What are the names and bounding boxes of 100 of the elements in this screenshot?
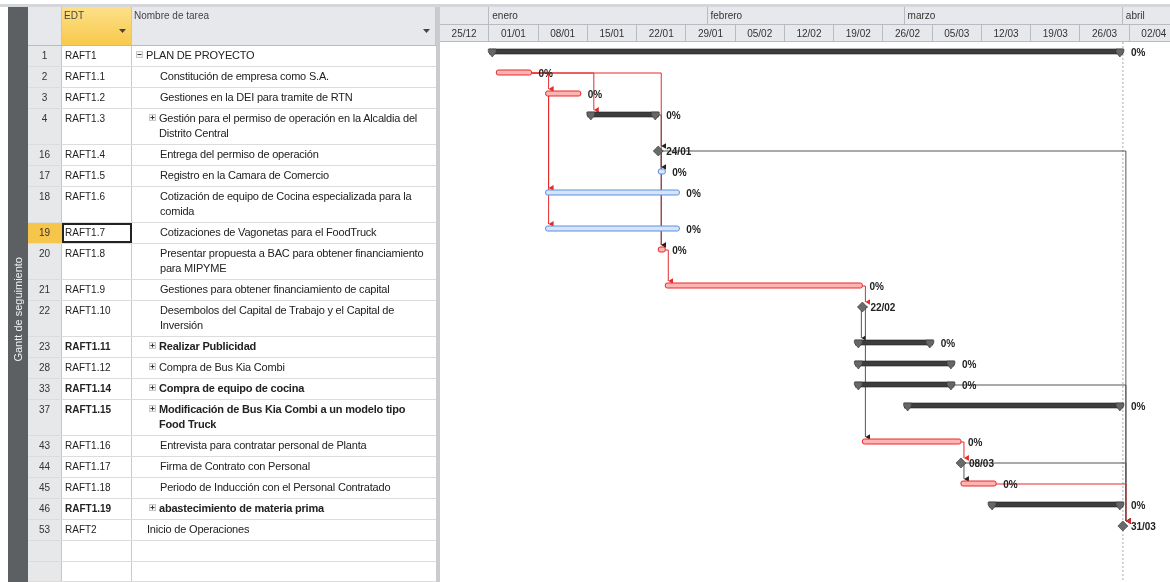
percent-label: 0% — [686, 188, 701, 199]
percent-label: 0% — [1003, 479, 1018, 490]
week-header: 25/12 — [440, 24, 490, 41]
critical-task-bar[interactable] — [495, 69, 532, 76]
row-number[interactable]: 45 — [28, 478, 62, 498]
dropdown-caret-icon[interactable] — [119, 29, 126, 33]
percent-label: 0% — [961, 380, 977, 391]
row-number[interactable]: 18 — [28, 187, 62, 222]
week-header: 19/02 — [834, 24, 884, 41]
percent-label: 0% — [967, 437, 983, 448]
table-cell[interactable]: RAFT1.8 — [62, 244, 132, 279]
task-name: Periodo de Inducción con el Personal Contratado — [160, 480, 391, 495]
month-header: marzo — [904, 7, 1123, 24]
collapse-icon[interactable] — [136, 51, 143, 58]
table-cell[interactable]: RAFT1.2 — [62, 88, 132, 108]
row-number[interactable]: 44 — [28, 457, 62, 477]
table-cell[interactable]: RAFT1.5 — [62, 166, 132, 186]
row-number[interactable]: 21 — [28, 280, 62, 300]
expand-icon[interactable] — [149, 504, 156, 511]
task-name: Presentar propuesta a BAC para obtener financiamiento para MIPYME — [160, 246, 425, 276]
table-cell[interactable]: RAFT1.17 — [62, 457, 132, 477]
week-header: 12/02 — [784, 24, 835, 41]
task-name: abastecimiento de materia prima — [159, 501, 324, 516]
row-number[interactable]: 53 — [28, 520, 62, 540]
table-cell[interactable]: RAFT2 — [62, 520, 132, 540]
critical-task-bar[interactable] — [657, 246, 666, 253]
expand-icon[interactable] — [149, 384, 156, 391]
expand-icon[interactable] — [149, 114, 156, 121]
row-number[interactable]: 3 — [28, 88, 62, 108]
month-header: febrero — [707, 7, 905, 24]
milestone-diamond[interactable] — [857, 301, 868, 313]
summary-bar[interactable] — [987, 501, 1125, 511]
row-number[interactable]: 17 — [28, 166, 62, 186]
table-cell[interactable]: RAFT1.11 — [62, 337, 132, 357]
table-cell[interactable]: RAFT1.14 — [62, 379, 132, 399]
table-cell[interactable]: RAFT1.16 — [62, 436, 132, 456]
week-header: 02/04 — [1129, 24, 1170, 41]
row-number[interactable]: 28 — [28, 358, 62, 378]
table-cell[interactable]: RAFT1.19 — [62, 499, 132, 519]
table-cell[interactable]: RAFT1.15 — [62, 400, 132, 435]
task-name: Realizar Publicidad — [159, 339, 257, 354]
table-cell[interactable]: RAFT1.3 — [62, 109, 132, 144]
percent-label: 0% — [1130, 47, 1146, 58]
critical-task-bar[interactable] — [545, 90, 582, 97]
summary-bar[interactable] — [854, 339, 935, 349]
row-number[interactable]: 37 — [28, 400, 62, 435]
expand-icon[interactable] — [149, 363, 156, 370]
row-number[interactable]: 46 — [28, 499, 62, 519]
week-header: 19/03 — [1031, 24, 1081, 41]
summary-bar[interactable] — [903, 402, 1125, 412]
percent-label: 0% — [1130, 500, 1146, 511]
row-number[interactable]: 4 — [28, 109, 62, 144]
row-number[interactable]: 23 — [28, 337, 62, 357]
date-label: 08/03 — [968, 458, 994, 469]
row-number[interactable]: 22 — [28, 301, 62, 336]
table-cell[interactable]: RAFT1.1 — [62, 67, 132, 87]
task-name: PLAN DE PROYECTO — [146, 48, 255, 63]
table-cell[interactable]: RAFT1.4 — [62, 145, 132, 165]
table-cell[interactable]: RAFT1.18 — [62, 478, 132, 498]
row-number[interactable]: 20 — [28, 244, 62, 279]
row-number[interactable]: 19 — [28, 223, 62, 243]
task-name: Modificación de Bus Kia Combi a un modelo tipo Food Truck — [159, 402, 407, 432]
expand-icon[interactable] — [149, 405, 156, 412]
task-name: Entrevista para contratar personal de Planta — [160, 438, 367, 453]
row-number[interactable]: 1 — [28, 46, 62, 66]
summary-bar[interactable] — [487, 48, 1125, 58]
percent-label: 0% — [1130, 401, 1146, 412]
table-cell[interactable]: RAFT1.7 — [62, 223, 132, 243]
milestone-diamond[interactable] — [1117, 520, 1129, 532]
view-label: Gantt de seguimiento — [12, 257, 24, 362]
date-label: 22/02 — [870, 302, 896, 313]
task-name: Gestiones para obtener financiamiento de capital — [160, 282, 390, 297]
table-cell[interactable]: RAFT1.6 — [62, 187, 132, 222]
week-header: 05/02 — [735, 24, 785, 41]
dropdown-caret-icon[interactable] — [423, 29, 430, 33]
milestone-diamond[interactable] — [955, 457, 967, 469]
column-header[interactable]: Nombre de tarea — [132, 7, 436, 45]
row-number[interactable]: 43 — [28, 436, 62, 456]
summary-bar[interactable] — [854, 360, 956, 370]
row-number — [28, 561, 62, 582]
week-header: 01/01 — [489, 24, 539, 41]
task-name: Gestiones en la DEI para tramite de RTN — [160, 90, 353, 105]
percent-label: 0% — [686, 224, 701, 235]
expand-icon[interactable] — [149, 342, 156, 349]
percent-label: 0% — [869, 281, 884, 292]
milestone-diamond[interactable] — [652, 145, 664, 157]
task-bar[interactable] — [657, 168, 666, 175]
table-cell[interactable]: RAFT1.12 — [62, 358, 132, 378]
row-number[interactable]: 16 — [28, 145, 62, 165]
row-number[interactable]: 33 — [28, 379, 62, 399]
month-header: enero — [489, 7, 708, 24]
table-cell[interactable]: RAFT1.10 — [62, 301, 132, 336]
column-header[interactable]: EDT — [62, 7, 132, 45]
summary-bar[interactable] — [586, 111, 660, 121]
date-label: 31/03 — [1130, 521, 1156, 532]
task-name: Firma de Contrato con Personal — [160, 459, 310, 474]
summary-bar[interactable] — [854, 381, 956, 391]
table-cell[interactable]: RAFT1 — [62, 46, 132, 66]
table-cell[interactable]: RAFT1.9 — [62, 280, 132, 300]
row-number[interactable]: 2 — [28, 67, 62, 87]
